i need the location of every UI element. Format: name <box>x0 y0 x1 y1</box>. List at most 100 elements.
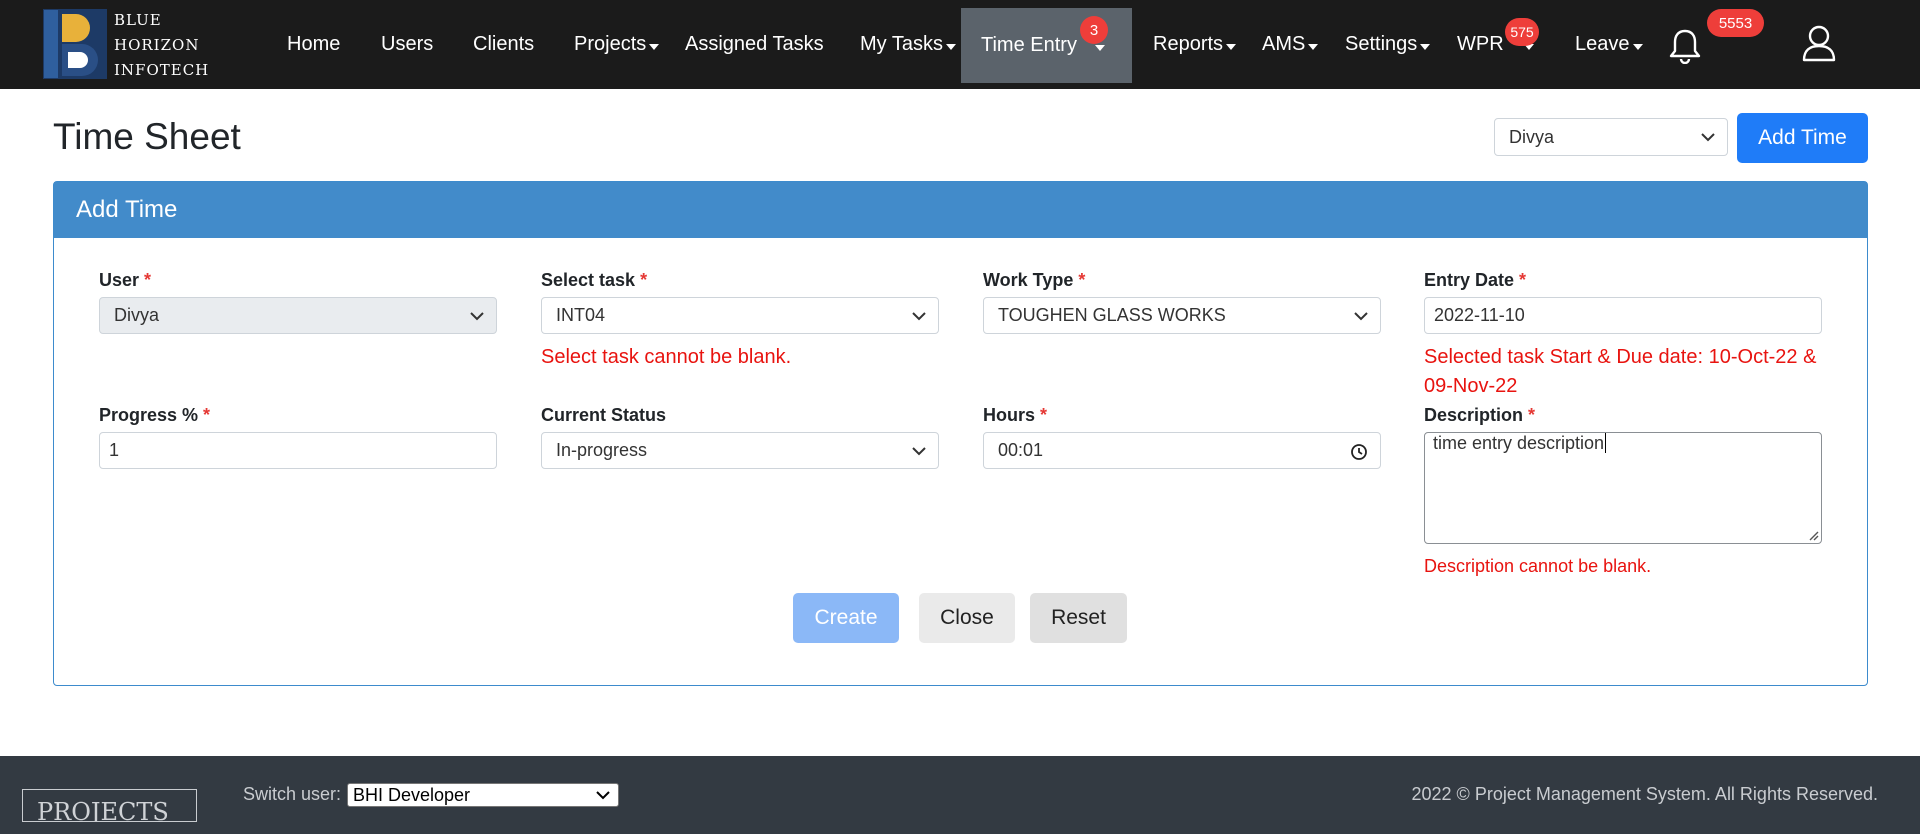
clock-icon[interactable] <box>1350 443 1368 461</box>
add-time-button[interactable]: Add Time <box>1737 113 1868 163</box>
notifications-badge: 5553 <box>1707 9 1764 37</box>
entry-date-note-line-2: 09-Nov-22 <box>1424 375 1518 397</box>
nav-clients-label: Clients <box>473 33 535 55</box>
caret-down-icon <box>649 43 660 50</box>
switch-user-select[interactable]: BHI Developer <box>347 783 619 807</box>
chevron-down-icon <box>912 446 926 455</box>
hours-value: 00:01 <box>998 440 1044 460</box>
nav-reports-label: Reports <box>1153 33 1224 55</box>
switch-user-value: BHI Developer <box>353 784 471 805</box>
progress-input[interactable]: 1 <box>99 432 497 469</box>
create-button[interactable]: Create <box>793 593 899 643</box>
progress-value: 1 <box>109 440 120 460</box>
hours-input[interactable]: 00:01 <box>983 432 1381 469</box>
entry-date-note: Selected task Start & Due date: 10-Oct-2… <box>1424 343 1844 401</box>
description-textarea[interactable]: time entry description​ <box>1424 432 1822 544</box>
nav-home[interactable]: Home <box>287 0 340 89</box>
chevron-down-icon <box>912 311 926 320</box>
nav-users[interactable]: Users <box>381 0 433 89</box>
bell-icon[interactable] <box>1668 28 1702 64</box>
caret-down-icon <box>1420 43 1431 50</box>
nav-time-entry[interactable]: Time Entry <box>961 8 1132 83</box>
text-cursor: ​ <box>1605 433 1607 453</box>
nav-settings-label: Settings <box>1345 33 1418 55</box>
nav-my-tasks-label: My Tasks <box>860 33 943 55</box>
status-label: Current Status <box>541 405 667 425</box>
description-value: time entry description <box>1433 433 1605 453</box>
brand-line-1: BLUE <box>114 11 162 29</box>
user-label: User * <box>99 270 151 291</box>
entry-date-note-line-1: Selected task Start & Due date: 10-Oct-2… <box>1424 346 1817 368</box>
caret-down-icon <box>1308 43 1319 50</box>
caret-down-icon <box>1226 43 1237 50</box>
switch-user-label: Switch user: <box>243 784 342 804</box>
brand-name: BLUE HORIZON INFOTECH <box>114 8 209 83</box>
description-label-text: Description <box>1424 405 1524 425</box>
reset-button[interactable]: Reset <box>1030 593 1127 643</box>
nav-time-entry-label: Time Entry <box>981 34 1077 56</box>
progress-label: Progress % * <box>99 405 210 426</box>
nav-settings[interactable]: Settings <box>1345 0 1431 89</box>
chevron-down-icon <box>470 311 484 320</box>
nav-users-label: Users <box>381 33 434 55</box>
nav-ams[interactable]: AMS <box>1262 0 1319 89</box>
entry-date-label: Entry Date * <box>1424 270 1526 291</box>
top-navbar: BLUE HORIZON INFOTECH Home Users Clients… <box>0 0 1920 89</box>
logo-icon <box>43 9 107 79</box>
status-select[interactable]: In-progress <box>541 432 939 469</box>
nav-my-tasks[interactable]: My Tasks <box>860 0 956 89</box>
brand-line-2: HORIZON <box>114 36 200 54</box>
panel-title: Add Time <box>54 182 1867 238</box>
required-mark: * <box>1528 405 1536 425</box>
nav-projects[interactable]: Projects <box>574 0 660 89</box>
work-type-select[interactable]: TOUGHEN GLASS WORKS <box>983 297 1381 334</box>
nav-assigned-tasks-label: Assigned Tasks <box>685 33 824 55</box>
caret-down-icon <box>1094 44 1105 51</box>
task-select-value: INT04 <box>556 305 606 325</box>
chevron-down-icon <box>1354 311 1368 320</box>
user-account-icon[interactable] <box>1801 24 1837 62</box>
time-entry-badge: 3 <box>1080 16 1108 44</box>
hours-label-text: Hours <box>983 405 1036 425</box>
caret-down-icon <box>945 43 956 50</box>
nav-reports[interactable]: Reports <box>1153 0 1237 89</box>
nav-wpr-label: WPR <box>1457 33 1504 55</box>
nav-clients[interactable]: Clients <box>473 0 534 89</box>
user-select-value: Divya <box>114 305 160 325</box>
chevron-down-icon <box>596 791 610 800</box>
nav-leave[interactable]: Leave <box>1575 0 1643 89</box>
wpr-badge: 575 <box>1505 18 1539 46</box>
description-error: Description cannot be blank. <box>1424 556 1652 576</box>
required-mark: * <box>1078 270 1086 290</box>
caret-down-icon <box>1632 43 1643 50</box>
chevron-down-icon <box>1701 133 1715 142</box>
task-label: Select task * <box>541 270 647 291</box>
nav-ams-label: AMS <box>1262 33 1306 55</box>
page-title: Time Sheet <box>53 116 241 157</box>
nav-leave-label: Leave <box>1575 33 1630 55</box>
description-label: Description * <box>1424 405 1535 426</box>
required-mark: * <box>640 270 648 290</box>
user-filter-select[interactable]: Divya <box>1494 118 1728 156</box>
nav-assigned-tasks[interactable]: Assigned Tasks <box>685 0 824 89</box>
user-select[interactable]: Divya <box>99 297 497 334</box>
nav-projects-label: Projects <box>574 33 647 55</box>
user-label-text: User <box>99 270 140 290</box>
entry-date-value: 2022-11-10 <box>1434 305 1525 325</box>
close-button[interactable]: Close <box>919 593 1015 643</box>
entry-date-input[interactable]: 2022-11-10 <box>1424 297 1822 334</box>
entry-date-label-text: Entry Date <box>1424 270 1515 290</box>
brand-logo[interactable]: BLUE HORIZON INFOTECH <box>42 6 212 84</box>
task-label-text: Select task <box>541 270 636 290</box>
required-mark: * <box>203 405 211 425</box>
work-type-select-value: TOUGHEN GLASS WORKS <box>998 305 1226 325</box>
copyright-text: 2022 © Project Management System. All Ri… <box>1411 784 1878 804</box>
work-type-label: Work Type * <box>983 270 1085 291</box>
brand-line-3: INFOTECH <box>114 61 210 79</box>
task-select[interactable]: INT04 <box>541 297 939 334</box>
required-mark: * <box>1519 270 1527 290</box>
required-mark: * <box>1040 405 1048 425</box>
task-error: Select task cannot be blank. <box>541 346 792 368</box>
footer-logo: PROJECTS <box>22 789 197 822</box>
resize-handle-icon[interactable] <box>1807 529 1819 541</box>
